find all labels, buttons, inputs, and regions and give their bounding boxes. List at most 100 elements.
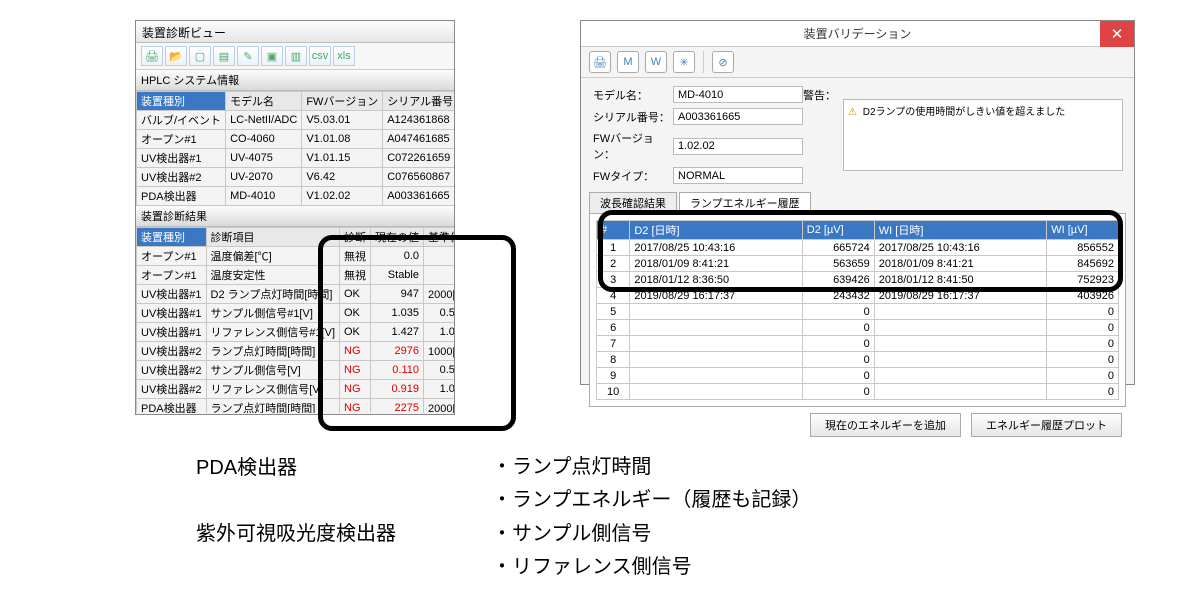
table-row[interactable]: UV検出器#2ランプ点灯時間[時間]NG29761000[時間] (137, 342, 455, 361)
diag-col-header: 装置種別 (137, 228, 207, 247)
cell: 2976 (371, 342, 424, 361)
table-row[interactable]: 600 (597, 320, 1119, 336)
tab-lamp-history[interactable]: ランプエネルギー履歴 (679, 192, 811, 213)
cell: V1.01.15 (302, 149, 383, 168)
sys-col-header: シリアル番号 (383, 92, 454, 111)
table-row[interactable]: 42019/08/29 16:17:372434322019/08/29 16:… (597, 288, 1119, 304)
table-row[interactable]: UV検出器#2サンプル側信号[V]NG0.1100.500[V] (137, 361, 455, 380)
table-row[interactable]: UV検出器#1サンプル側信号#1[V]OK1.0350.500[V] (137, 304, 455, 323)
anno-lamp-energy: ・ランプエネルギー（履歴も記録） (492, 483, 811, 512)
cell: Stable (371, 266, 424, 285)
field-model (673, 86, 803, 103)
cell: 2000[時間] (424, 285, 455, 304)
spark-icon[interactable]: ✳ (673, 51, 695, 73)
print-icon[interactable]: 🖨 (141, 46, 163, 66)
table-row[interactable]: オープン#1温度偏差[℃]無視0.0--- (137, 247, 455, 266)
cell: A124361868 (383, 111, 454, 130)
table-row[interactable]: 22018/01/09 8:41:215636592018/01/09 8:41… (597, 256, 1119, 272)
hist-col-header: WI [µV] (1047, 221, 1119, 240)
wave-b-icon[interactable]: W (645, 51, 667, 73)
cell: 2019/08/29 16:17:37 (630, 288, 802, 304)
cell: バルブ/イベント (137, 111, 226, 130)
table-row[interactable]: 700 (597, 336, 1119, 352)
cell: OK (340, 285, 371, 304)
cell: 2017/08/25 10:43:16 (874, 240, 1046, 256)
cell: A047461685 (383, 130, 454, 149)
validation-toolbar: 🖨 M W ✳ ⊘ (581, 47, 1134, 78)
table-row[interactable]: 500 (597, 304, 1119, 320)
cell: NG (340, 380, 371, 399)
card-icon[interactable]: ▣ (261, 46, 283, 66)
cell: ランプ点灯時間[時間] (206, 399, 339, 414)
cell: 1.000[V] (424, 323, 455, 342)
csv-icon[interactable]: csv (309, 46, 331, 66)
cell: C072261659 (383, 149, 454, 168)
cell: 0.0 (371, 247, 424, 266)
table-row[interactable]: バルブ/イベントLC-NetII/ADCV5.03.01A124361868 (137, 111, 455, 130)
table-row[interactable]: 1000 (597, 384, 1119, 400)
cell: 3 (597, 272, 630, 288)
close-button[interactable]: ✕ (1100, 21, 1134, 47)
table-row[interactable]: オープン#1温度安定性無視Stable--- (137, 266, 455, 285)
edit-icon[interactable]: ✎ (237, 46, 259, 66)
tab-wavelength[interactable]: 波長確認結果 (589, 192, 677, 213)
table-row[interactable]: 900 (597, 368, 1119, 384)
hist-col-header: D2 [µV] (802, 221, 874, 240)
table-row[interactable]: オープン#1CO-4060V1.01.08A047461685 (137, 130, 455, 149)
diag-col-header: 診断 (340, 228, 371, 247)
cell: 0 (1047, 304, 1119, 320)
sys-col-header: モデル名 (226, 92, 302, 111)
table-row[interactable]: 12017/08/25 10:43:166657242017/08/25 10:… (597, 240, 1119, 256)
table-row[interactable]: UV検出器#2UV-2070V6.42C076560867 (137, 168, 455, 187)
note-icon[interactable]: ▤ (213, 46, 235, 66)
cell (630, 304, 802, 320)
cell: 0 (1047, 384, 1119, 400)
anno-uvvis: 紫外可視吸光度検出器 (196, 517, 396, 546)
cell: UV検出器#1 (137, 149, 226, 168)
cell: 6 (597, 320, 630, 336)
cell: 856552 (1047, 240, 1119, 256)
cell: 9 (597, 368, 630, 384)
cell: 0 (802, 304, 874, 320)
cancel-icon[interactable]: ⊘ (712, 51, 734, 73)
table-row[interactable]: PDA検出器MD-4010V1.02.02A003361665 (137, 187, 455, 206)
sysinfo-table: 装置種別モデル名FWバージョンシリアル番号 バルブ/イベントLC-NetII/A… (136, 91, 454, 206)
cell: 0.500[V] (424, 361, 455, 380)
hist-col-header: # (597, 221, 630, 240)
diag-col-header: 診断項目 (206, 228, 339, 247)
table-row[interactable]: UV検出器#1D2 ランプ点灯時間[時間]OK9472000[時間] (137, 285, 455, 304)
cell (874, 320, 1046, 336)
cell: 1000[時間] (424, 342, 455, 361)
cell: UV検出器#2 (137, 380, 207, 399)
cell: 1.000[V] (424, 380, 455, 399)
add-energy-button[interactable]: 現在のエネルギーを追加 (810, 413, 961, 437)
cell: オープン#1 (137, 266, 207, 285)
print-icon[interactable]: 🖨 (589, 51, 611, 73)
cell: サンプル側信号[V] (206, 361, 339, 380)
wave-a-icon[interactable]: M (617, 51, 639, 73)
cell: UV検出器#1 (137, 323, 207, 342)
table-row[interactable]: UV検出器#1リファレンス側信号#1[V]OK1.4271.000[V] (137, 323, 455, 342)
cell: 2019/08/29 16:17:37 (874, 288, 1046, 304)
cell: NG (340, 399, 371, 414)
doc-icon[interactable]: ▢ (189, 46, 211, 66)
table-row[interactable]: UV検出器#1UV-4075V1.01.15C072261659 (137, 149, 455, 168)
warning-box: ⚠ D2ランプの使用時間がしきい値を超えました (843, 99, 1123, 171)
label-fwver: FWバージョン： (593, 130, 673, 162)
table-row[interactable]: 32018/01/12 8:36:506394262018/01/12 8:41… (597, 272, 1119, 288)
cell (630, 336, 802, 352)
cell: --- (424, 266, 455, 285)
table-row[interactable]: 800 (597, 352, 1119, 368)
toolbar: 🖨 📂 ▢ ▤ ✎ ▣ ▥ csv xls (136, 43, 454, 70)
cell: リファレンス側信号[V] (206, 380, 339, 399)
plot-history-button[interactable]: エネルギー履歴プロット (971, 413, 1122, 437)
table-row[interactable]: PDA検出器ランプ点灯時間[時間]NG22752000[時間] (137, 399, 455, 414)
label-model: モデル名： (593, 87, 673, 103)
table-row[interactable]: UV検出器#2リファレンス側信号[V]NG0.9191.000[V] (137, 380, 455, 399)
list-icon[interactable]: ▥ (285, 46, 307, 66)
cell: 845692 (1047, 256, 1119, 272)
excel-icon[interactable]: xls (333, 46, 355, 66)
cell: 243432 (802, 288, 874, 304)
open-icon[interactable]: 📂 (165, 46, 187, 66)
cell (630, 320, 802, 336)
